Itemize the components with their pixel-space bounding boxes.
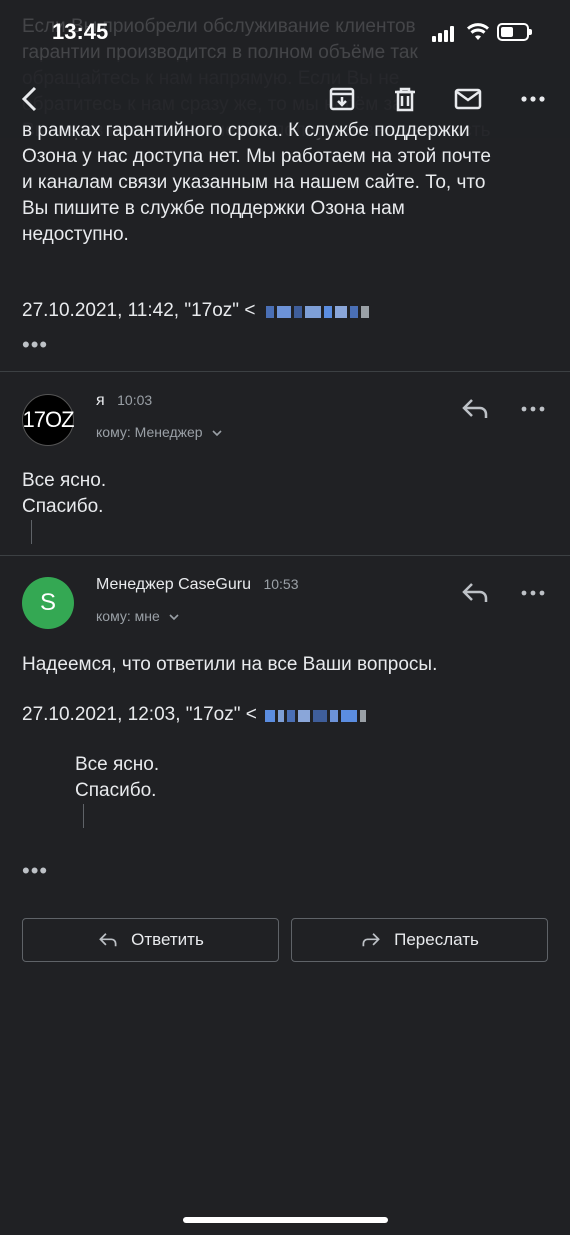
more-icon[interactable] [518,84,548,114]
more-icon[interactable] [518,580,548,606]
trash-icon[interactable] [390,84,420,114]
chevron-down-icon [212,430,222,436]
quoted-body: Все ясно. Спасибо. [75,754,160,801]
recipient-toggle[interactable]: кому: Менеджер [96,424,223,442]
home-indicator [183,1217,388,1223]
reply-icon[interactable] [460,396,490,422]
reply-button[interactable]: Ответить [22,918,279,962]
forward-icon [362,933,380,947]
back-icon[interactable] [16,84,46,114]
sender-name: Менеджер CaseGuru [96,576,251,593]
expand-dots[interactable]: ••• [22,334,48,356]
redacted-email [265,303,372,320]
quoted-header: 27.10.2021, 11:42, "17oz" < [22,300,372,322]
sender-name: я [96,392,105,409]
mail-icon[interactable] [453,84,483,114]
reply-icon[interactable] [460,580,490,606]
more-icon[interactable] [518,396,548,422]
message-body: Все ясно. Спасибо. [22,470,107,517]
archive-icon[interactable] [327,84,357,114]
chevron-down-icon [169,614,179,620]
quoted-header: 27.10.2021, 12:03, "17oz" < [22,704,369,726]
avatar: S [22,577,74,629]
message-header: Менеджер CaseGuru 10:53 [96,576,299,594]
recipient-toggle[interactable]: кому: мне [96,608,180,626]
text-caret [31,520,32,544]
avatar: 17OZ [22,394,75,446]
divider [0,371,570,372]
redacted-email [265,707,369,724]
reply-icon [99,933,117,947]
divider [0,555,570,556]
message-header: я 10:03 [96,392,152,410]
quote-bar [83,804,84,828]
message-body: Надеемся, что ответили на все Ваши вопро… [22,654,438,675]
forward-button[interactable]: Переслать [291,918,548,962]
message-time: 10:03 [117,392,153,408]
quoted-text: в рамках гарантийного срока. К службе по… [22,120,491,245]
message-time: 10:53 [263,576,299,592]
expand-dots[interactable]: ••• [22,860,48,882]
